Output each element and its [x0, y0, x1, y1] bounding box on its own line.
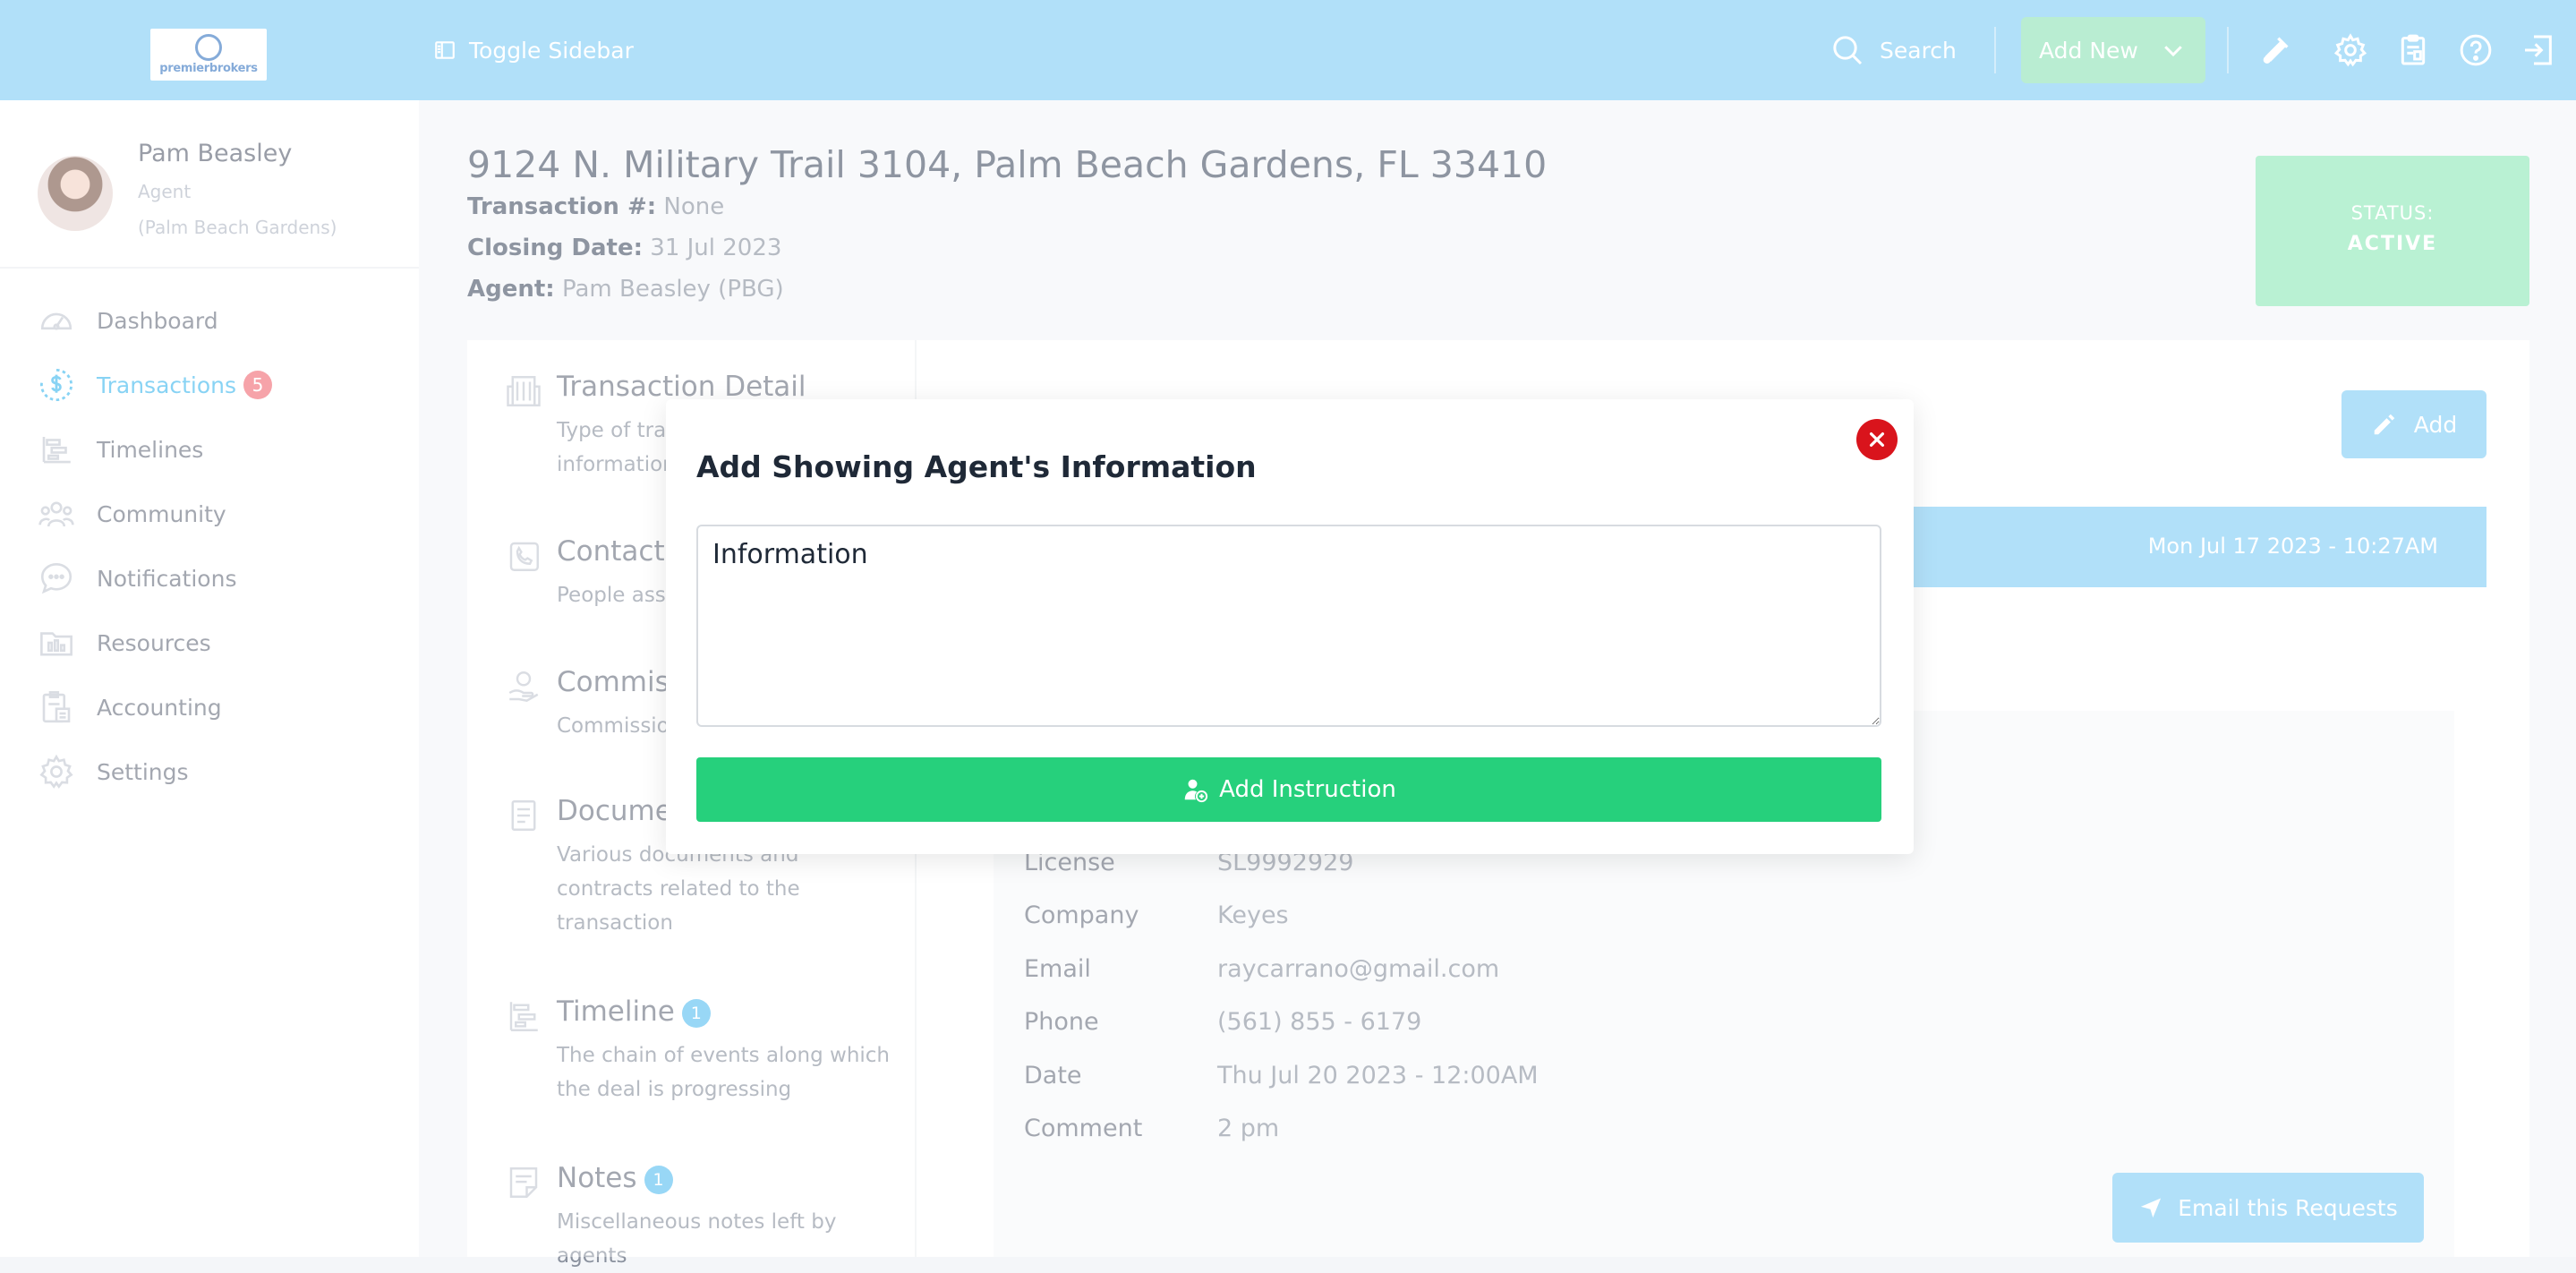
- add-showing-agent-modal: Add Showing Agent's Information Informat…: [666, 399, 1914, 854]
- add-user-icon: [1184, 779, 1208, 803]
- add-instruction-label: Add Instruction: [1219, 776, 1396, 803]
- close-button[interactable]: [1856, 419, 1898, 460]
- modal-title: Add Showing Agent's Information: [696, 449, 1257, 484]
- close-icon: [1869, 431, 1885, 448]
- information-textarea[interactable]: Information: [696, 525, 1881, 727]
- add-instruction-button[interactable]: Add Instruction: [696, 757, 1881, 822]
